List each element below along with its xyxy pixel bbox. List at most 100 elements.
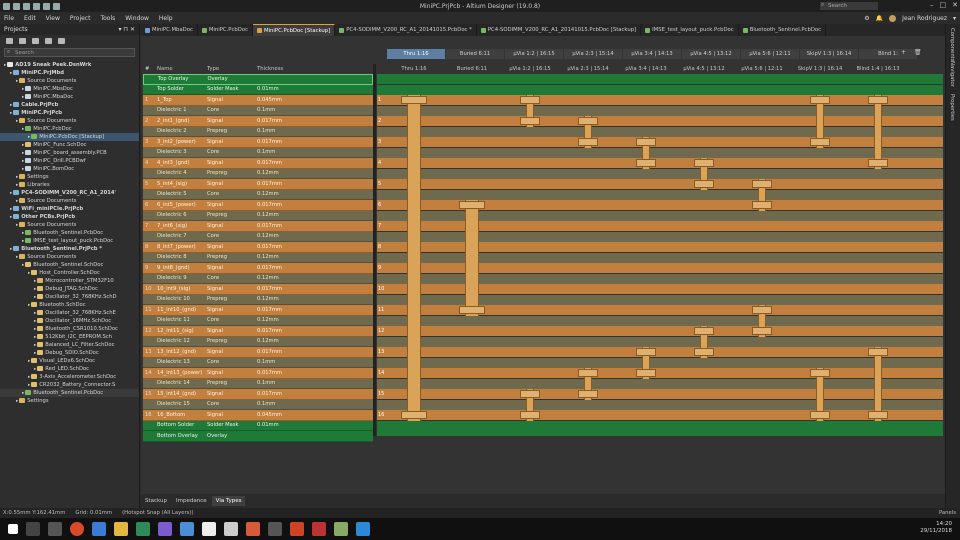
expand-arrow-icon[interactable]: ▸ [34, 311, 36, 316]
layer-name[interactable]: Dielectric 6 [155, 212, 205, 218]
layer-row[interactable]: 15 15_int14_(gnd) Signal 0.017mm [143, 389, 373, 400]
layer-type[interactable]: Signal [205, 286, 255, 292]
via-barrel[interactable] [874, 347, 882, 421]
tree-item[interactable]: ▸ PC4-SODIMM_V200_RC_A1_2014' [0, 189, 139, 197]
layer-type[interactable]: Solder Mask [205, 86, 255, 92]
layer-thickness[interactable]: 0.1mm [255, 380, 373, 386]
expand-arrow-icon[interactable]: ▸ [22, 127, 24, 132]
layer-type[interactable]: Signal [205, 181, 255, 187]
clock[interactable]: 14:20 29/11/2018 [920, 521, 952, 535]
layer-thickness[interactable]: 0.017mm [255, 202, 373, 208]
layer-type[interactable]: Signal [205, 139, 255, 145]
layer-name[interactable]: 1_Top [155, 97, 205, 103]
tree-item[interactable]: ▸ Libraries [0, 181, 139, 189]
layer-type[interactable]: Signal [205, 391, 255, 397]
expand-arrow-icon[interactable]: ▸ [34, 319, 36, 324]
tree-item[interactable]: ▸ Balanced_LC_Filter.SchDoc [0, 341, 139, 349]
layer-name[interactable]: 10_int9_(sig) [155, 286, 205, 292]
layer-row[interactable]: Dielectric 9 Core 0.12mm [143, 273, 373, 284]
layer-row[interactable]: Dielectric 1 Core 0.1mm [143, 105, 373, 116]
document-tab[interactable]: MiniPC.PcbDoc [Stackup] [253, 24, 336, 36]
expand-arrow-icon[interactable]: ▸ [34, 327, 36, 332]
tree-item[interactable]: ▸ MiniPC.PcbDoc [Stackup] [0, 133, 139, 141]
expand-arrow-icon[interactable]: ▸ [10, 207, 12, 212]
layer-thickness[interactable]: 0.017mm [255, 265, 373, 271]
app-icon[interactable] [224, 522, 238, 536]
folder-icon[interactable] [32, 38, 39, 44]
expand-arrow-icon[interactable]: ▸ [28, 375, 30, 380]
layer-thickness[interactable]: 0.017mm [255, 370, 373, 376]
tree-item[interactable]: ▸ Oscillator_16MHz.SchDoc [0, 317, 139, 325]
layer-row[interactable]: Top Solder Solder Mask 0.01mm [143, 84, 373, 95]
expand-arrow-icon[interactable]: ▸ [28, 303, 30, 308]
expand-arrow-icon[interactable]: ▸ [22, 95, 24, 100]
tree-item[interactable]: ▸ MiniPC.MbsDoc [0, 85, 139, 93]
expand-arrow-icon[interactable]: ▸ [16, 199, 18, 204]
layer-type[interactable]: Prepreg [205, 380, 255, 386]
document-tab[interactable]: MiniPC.PcbDoc [198, 24, 254, 36]
layer-row[interactable]: Dielectric 10 Prepreg 0.12mm [143, 294, 373, 305]
save-icon[interactable] [45, 38, 52, 44]
undo-icon[interactable] [43, 2, 50, 10]
layer-thickness[interactable]: 0.1mm [255, 107, 373, 113]
via-barrel[interactable] [407, 95, 421, 421]
tree-item[interactable]: ▸ Source Documents [0, 253, 139, 261]
expand-arrow-icon[interactable]: ▸ [22, 143, 24, 148]
menu-item-edit[interactable]: Edit [24, 15, 36, 22]
layer-name[interactable]: 6_int5_(power) [155, 202, 205, 208]
close-button[interactable]: ✕ [952, 0, 958, 11]
tree-item[interactable]: ▸ Bluetooth_Sentinel.PcbDoc [0, 229, 139, 237]
via-type-tab[interactable]: µVia 3:4 | 14:13 [623, 49, 681, 59]
expand-arrow-icon[interactable]: ▸ [34, 335, 36, 340]
layer-name[interactable]: Dielectric 14 [155, 380, 205, 386]
tree-item[interactable]: ▸ MiniPC_Drill.PCBDwf [0, 157, 139, 165]
expand-arrow-icon[interactable]: ▸ [10, 71, 12, 76]
layer-name[interactable]: Dielectric 1 [155, 107, 205, 113]
layer-row[interactable]: 8 8_int7_(power) Signal 0.017mm [143, 242, 373, 253]
bell-icon[interactable]: 🔔 [876, 15, 883, 22]
tree-item[interactable]: ▸ Bluetooth_Sentinel.PrjPcb * [0, 245, 139, 253]
layer-thickness[interactable]: 0.017mm [255, 139, 373, 145]
layer-row[interactable]: Bottom Solder Solder Mask 0.01mm [143, 420, 373, 431]
task-view-icon[interactable] [48, 522, 62, 536]
layer-name[interactable]: Top Overlay [156, 76, 206, 82]
expand-arrow-icon[interactable]: ▸ [10, 111, 12, 116]
tree-item[interactable]: ▸ MiniPC.PcbDoc [0, 125, 139, 133]
layer-type[interactable]: Prepreg [205, 296, 255, 302]
table-splitter[interactable] [373, 64, 376, 436]
layer-row[interactable]: Dielectric 15 Core 0.1mm [143, 399, 373, 410]
powerpoint-icon[interactable] [246, 522, 260, 536]
document-tab[interactable]: PC4-SODIMM_V200_RC_A1_20141015.PcbDoc [S… [477, 24, 642, 36]
layer-thickness[interactable]: 0.12mm [255, 317, 373, 323]
layer-row[interactable]: 4 4_int3_(gnd) Signal 0.017mm [143, 158, 373, 169]
layer-row[interactable]: Top Overlay Overlay [143, 74, 373, 85]
layer-name[interactable]: Dielectric 2 [155, 128, 205, 134]
expand-arrow-icon[interactable]: ▸ [16, 79, 18, 84]
layer-row[interactable]: 14 14_int13_(power) Signal 0.017mm [143, 368, 373, 379]
app-icon[interactable] [268, 522, 282, 536]
tree-item[interactable]: ▸ MiniPC.MbaDoc [0, 93, 139, 101]
layer-type[interactable]: Prepreg [205, 170, 255, 176]
outlook-icon[interactable] [180, 522, 194, 536]
layer-type[interactable]: Prepreg [205, 128, 255, 134]
via-barrel[interactable] [874, 95, 882, 169]
panels-button[interactable]: Panels [939, 508, 956, 518]
expand-arrow-icon[interactable]: ▸ [16, 399, 18, 404]
expand-arrow-icon[interactable]: ▸ [22, 239, 24, 244]
layer-row[interactable]: 12 12_int11_(sig) Signal 0.017mm [143, 326, 373, 337]
layer-type[interactable]: Core [205, 317, 255, 323]
global-search-input[interactable]: Search [820, 1, 878, 10]
expand-arrow-icon[interactable]: ▸ [34, 287, 36, 292]
expand-arrow-icon[interactable]: ▸ [10, 215, 12, 220]
layer-thickness[interactable]: 0.1mm [255, 149, 373, 155]
tree-item[interactable]: ▸ Bluetooth_Sentinel.SchDoc [0, 261, 139, 269]
layer-name[interactable]: Dielectric 5 [155, 191, 205, 197]
expand-arrow-icon[interactable]: ▸ [16, 255, 18, 260]
layer-type[interactable]: Signal [205, 97, 255, 103]
tree-item[interactable]: ▸ MiniPC_board_assembly.PCB [0, 149, 139, 157]
tree-item[interactable]: ▸ Cable.PrjPcb [0, 101, 139, 109]
layer-row[interactable]: 2 2_int1_(gnd) Signal 0.017mm [143, 116, 373, 127]
expand-arrow-icon[interactable]: ▸ [22, 167, 24, 172]
tree-item[interactable]: ▸ Source Documents [0, 117, 139, 125]
open-folder-icon[interactable] [19, 38, 26, 44]
